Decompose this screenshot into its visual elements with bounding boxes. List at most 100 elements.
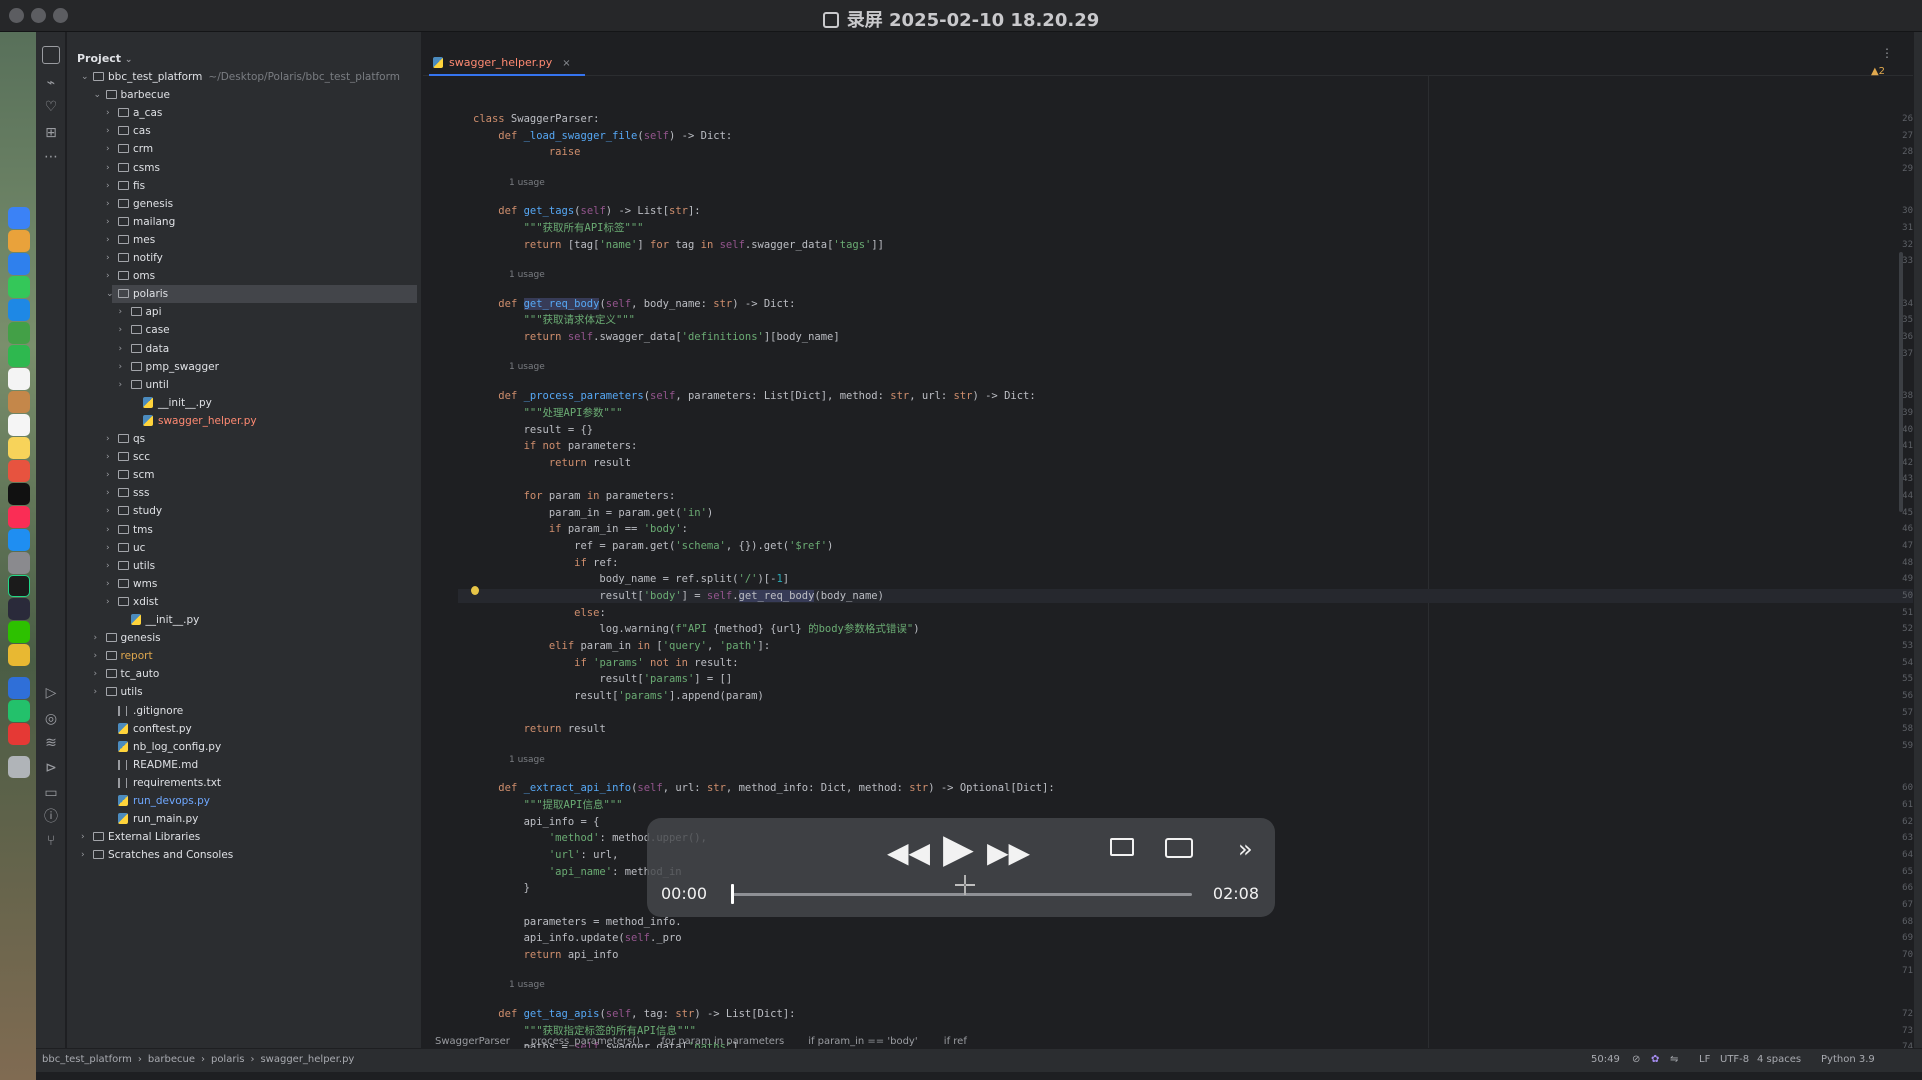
system-settings-icon[interactable] [8, 552, 30, 574]
code-line[interactable]: } [473, 881, 530, 895]
tree-item[interactable]: › tc_auto [67, 665, 421, 683]
code-line[interactable]: parameters = method_info. [473, 915, 682, 929]
chevron-down-icon[interactable]: ⌄ [81, 68, 89, 86]
usage-hint[interactable]: 1 usage [509, 362, 545, 372]
code-line[interactable]: def _extract_api_info(self, url: str, me… [473, 781, 1054, 795]
file-encoding[interactable]: UTF-8 [1720, 1054, 1749, 1065]
code-line[interactable]: return api_info [473, 948, 619, 962]
code-line[interactable]: elif param_in in ['query', 'path']: [473, 639, 770, 653]
tree-item[interactable]: ⌄ polaris [106, 285, 417, 304]
notes-icon[interactable] [8, 437, 30, 459]
tree-item[interactable]: › genesis [67, 195, 421, 213]
editor-scrollbar[interactable] [1899, 252, 1903, 512]
play-icon[interactable]: ▶ [943, 826, 974, 872]
rewind-icon[interactable]: ◀◀ [887, 836, 930, 869]
launchpad-icon[interactable] [8, 230, 30, 252]
playhead-handle[interactable] [731, 884, 734, 904]
code-line[interactable]: """获取请求体定义""" [473, 313, 635, 327]
more-controls-icon[interactable]: » [1238, 835, 1253, 863]
layers-icon[interactable]: ≋ [42, 734, 60, 752]
more-tools-icon[interactable]: ⋯ [42, 148, 60, 166]
chevron-right-icon[interactable]: › [106, 140, 110, 158]
chevron-down-icon[interactable]: ⌄ [106, 285, 114, 303]
chevron-right-icon[interactable]: › [106, 104, 110, 122]
tree-item[interactable]: __init__.py [67, 611, 421, 629]
tree-item[interactable]: › pmp_swagger [67, 358, 421, 376]
code-line[interactable]: def _load_swagger_file(self) -> Dict: [473, 129, 732, 143]
tree-item[interactable]: › wms [67, 575, 421, 593]
chevron-right-icon[interactable]: › [81, 846, 85, 864]
code-line[interactable]: result = {} [473, 423, 594, 437]
line-separator[interactable]: LF [1699, 1054, 1710, 1065]
wechat-icon[interactable] [8, 621, 30, 643]
vcs-status-icon[interactable]: ⇋ [1670, 1054, 1678, 1065]
code-line[interactable]: for param in parameters: [473, 489, 676, 503]
project-tool-icon[interactable] [42, 46, 60, 64]
calendar-icon[interactable] [8, 368, 30, 390]
music-icon[interactable] [8, 506, 30, 528]
tree-item[interactable]: › api [67, 303, 421, 321]
chevron-right-icon[interactable]: › [106, 122, 110, 140]
code-line[interactable]: """处理API参数""" [473, 406, 623, 420]
chevron-right-icon[interactable]: › [119, 358, 123, 376]
chevron-right-icon[interactable]: › [106, 448, 110, 466]
code-line[interactable]: if 'params' not in result: [473, 656, 738, 670]
chevron-right-icon[interactable]: › [119, 321, 123, 339]
tree-item[interactable]: › xdist [67, 593, 421, 611]
chevron-right-icon[interactable]: › [106, 195, 110, 213]
tree-item[interactable]: ⌄ barbecue [67, 86, 421, 104]
code-line[interactable]: if param_in == 'body': [473, 522, 688, 536]
airplay-icon[interactable] [1110, 838, 1134, 856]
editor-breadcrumb-item[interactable]: _process_parameters() [526, 1036, 640, 1047]
chrome-icon[interactable] [8, 644, 30, 666]
chevron-right-icon[interactable]: › [81, 828, 85, 846]
code-line[interactable]: if ref: [473, 556, 618, 570]
messages-icon[interactable] [8, 276, 30, 298]
code-line[interactable]: result['body'] = self.get_req_body(body_… [473, 589, 884, 603]
lightbulb-icon[interactable] [471, 586, 479, 595]
chevron-right-icon[interactable]: › [106, 231, 110, 249]
readonly-toggle-icon[interactable]: ⊘ [1632, 1054, 1640, 1065]
chevron-right-icon[interactable]: › [119, 303, 123, 321]
app-store-icon[interactable] [8, 529, 30, 551]
tree-item[interactable]: requirements.txt [67, 774, 421, 792]
code-line[interactable]: return [tag['name'] for tag in self.swag… [473, 238, 884, 252]
tree-item[interactable]: › mailang [67, 213, 421, 231]
chevron-right-icon[interactable]: › [106, 213, 110, 231]
python-packages-icon[interactable]: ◎ [42, 710, 60, 728]
code-line[interactable]: """获取所有API标签""" [473, 221, 644, 235]
picture-in-picture-icon[interactable] [1165, 838, 1193, 858]
chevron-right-icon[interactable]: › [94, 647, 98, 665]
status-path-item[interactable]: swagger_helper.py [260, 1054, 354, 1065]
pycharm-icon[interactable] [8, 575, 30, 597]
tree-item[interactable]: › sss [67, 484, 421, 502]
tree-item[interactable]: __init__.py [67, 394, 421, 412]
tree-item[interactable]: › crm [67, 140, 421, 158]
tree-item[interactable]: › scc [67, 448, 421, 466]
code-line[interactable]: if not parameters: [473, 439, 638, 453]
datagrip-icon[interactable] [8, 598, 30, 620]
safari-icon[interactable] [8, 253, 30, 275]
editor-breadcrumb-item[interactable]: if param_in == 'body' [808, 1036, 917, 1047]
chevron-right-icon[interactable]: › [94, 629, 98, 647]
maps-icon[interactable] [8, 322, 30, 344]
tree-item[interactable]: › qs [67, 430, 421, 448]
tree-item[interactable]: ⌄ bbc_test_platform ~/Desktop/Polaris/bbc_… [67, 68, 421, 86]
chevron-right-icon[interactable]: › [94, 665, 98, 683]
chevron-right-icon[interactable]: › [106, 557, 110, 575]
tree-item[interactable]: › data [67, 340, 421, 358]
project-panel-header[interactable]: Project ⌄ [77, 52, 132, 65]
git-branch-icon[interactable]: ⑂ [42, 832, 60, 850]
tab-swagger-helper[interactable]: swagger_helper.py × [429, 52, 585, 76]
tree-item[interactable]: › utils [67, 683, 421, 701]
pull-requests-icon[interactable]: ♡ [42, 98, 60, 116]
tree-item[interactable]: › utils [67, 557, 421, 575]
usage-hint[interactable]: 1 usage [509, 270, 545, 280]
tree-item[interactable]: › a_cas [67, 104, 421, 122]
code-line[interactable]: def get_req_body(self, body_name: str) -… [473, 297, 795, 311]
chevron-right-icon[interactable]: › [106, 539, 110, 557]
tree-item[interactable]: › scm [67, 466, 421, 484]
code-line[interactable]: body_name = ref.split('/')[-1] [473, 572, 789, 586]
chevron-right-icon[interactable]: › [106, 593, 110, 611]
chevron-right-icon[interactable]: › [119, 340, 123, 358]
